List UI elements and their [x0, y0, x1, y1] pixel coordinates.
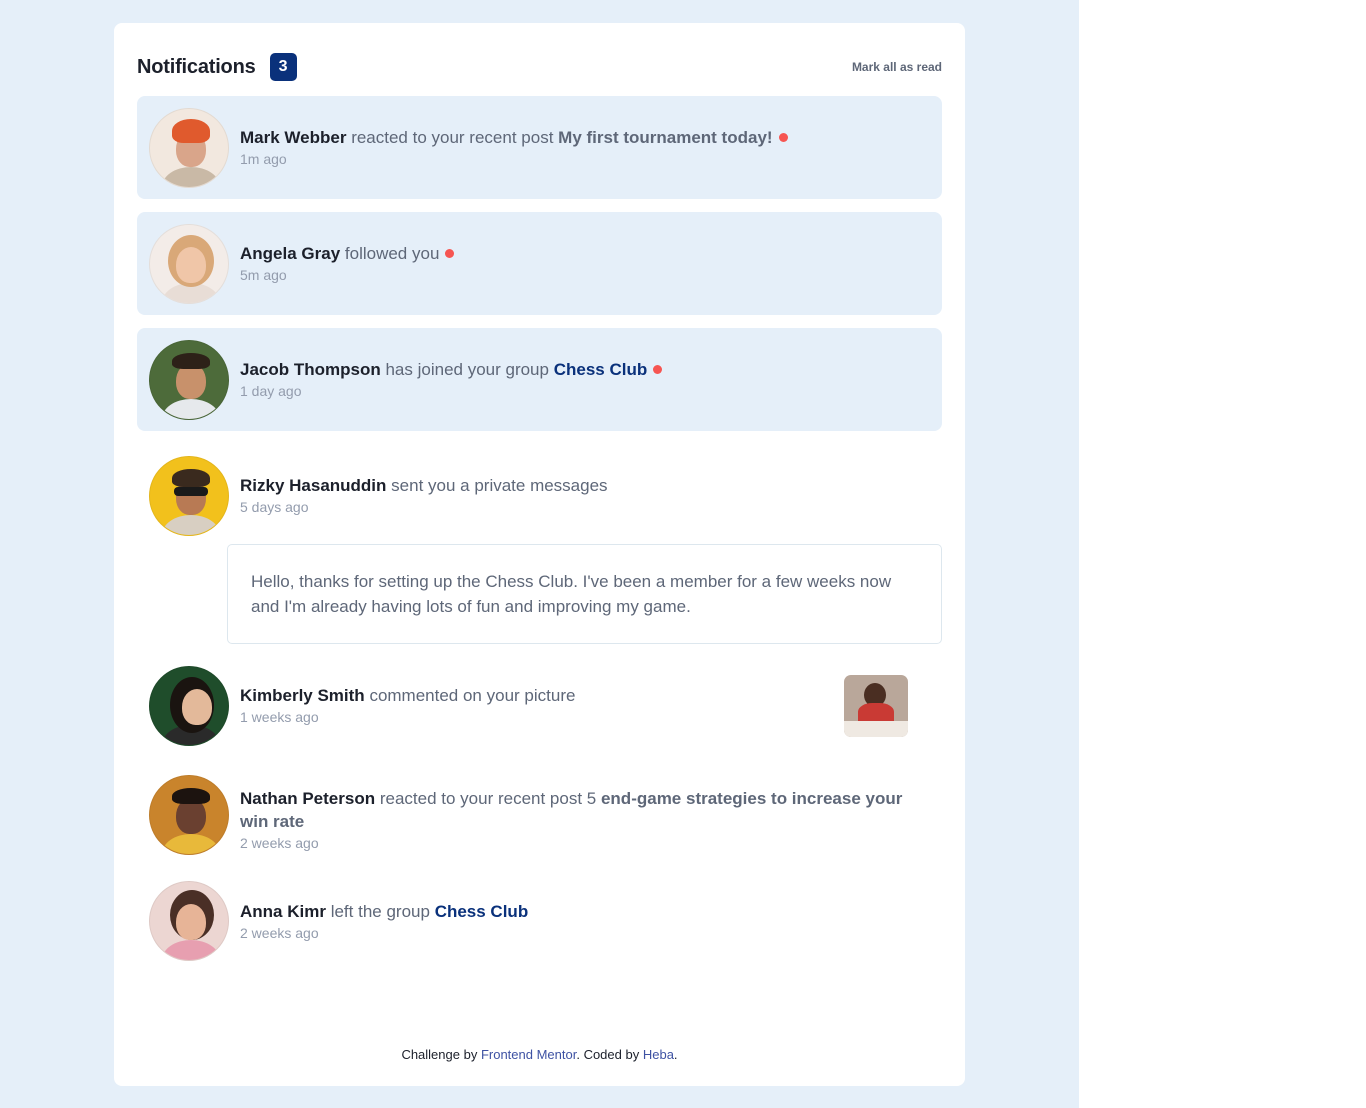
- avatar-angela-gray: [149, 223, 229, 304]
- notification-text: Angela Gray followed you: [240, 242, 455, 265]
- footer-middle: . Coded by: [576, 1047, 640, 1062]
- notification-content: Kimberly Smith commented on your picture…: [240, 684, 575, 727]
- avatar-anna-kimr: [149, 881, 229, 961]
- user-name-link[interactable]: Angela Gray: [240, 244, 340, 263]
- notification-item[interactable]: Nathan Peterson reacted to your recent p…: [137, 759, 942, 869]
- notification-content: Anna Kimr left the group Chess Club 2 we…: [240, 900, 528, 943]
- notification-content: Angela Gray followed you 5m ago: [240, 242, 455, 285]
- notification-action: followed you: [344, 244, 440, 263]
- page-title: Notifications: [137, 55, 256, 78]
- notifications-card: Notifications 3 Mark all as read Mark We…: [114, 23, 965, 1086]
- notification-time: 1 weeks ago: [240, 709, 319, 725]
- notification-text: Anna Kimr left the group Chess Club: [240, 900, 528, 923]
- user-name-link[interactable]: Kimberly Smith: [240, 686, 365, 705]
- group-link[interactable]: Chess Club: [554, 360, 648, 379]
- notification-time: 1 day ago: [240, 383, 302, 399]
- header-title-group: Notifications 3: [137, 53, 297, 81]
- unread-dot-icon: [778, 133, 788, 143]
- notification-item[interactable]: Angela Gray followed you 5m ago: [137, 212, 942, 315]
- frontend-mentor-link[interactable]: Frontend Mentor: [481, 1047, 576, 1062]
- notification-action: has joined your group: [385, 360, 549, 379]
- avatar-kimberly-smith: [149, 665, 229, 746]
- notification-text: Nathan Peterson reacted to your recent p…: [240, 787, 920, 833]
- avatar-mark-webber: [149, 107, 229, 188]
- user-name-link[interactable]: Rizky Hasanuddin: [240, 476, 386, 495]
- attribution-footer: Challenge by Frontend Mentor. Coded by H…: [114, 1047, 965, 1062]
- notification-action: sent you a private messages: [391, 476, 608, 495]
- notification-time: 2 weeks ago: [240, 924, 319, 941]
- group-link[interactable]: Chess Club: [435, 902, 529, 921]
- notification-list: Mark Webber reacted to your recent post …: [137, 96, 942, 984]
- commented-picture-thumbnail[interactable]: [844, 674, 908, 737]
- notification-content: Rizky Hasanuddin sent you a private mess…: [240, 474, 608, 517]
- notification-action: left the group: [330, 901, 430, 921]
- notification-time: 2 weeks ago: [240, 835, 319, 851]
- post-link[interactable]: My first tournament today!: [558, 128, 772, 147]
- notification-time: 1m ago: [240, 151, 287, 167]
- author-link[interactable]: Heba: [643, 1047, 674, 1062]
- user-name-link[interactable]: Nathan Peterson: [240, 789, 375, 808]
- notification-item[interactable]: Anna Kimr left the group Chess Club 2 we…: [137, 871, 942, 971]
- avatar-nathan-peterson: [149, 775, 229, 855]
- unread-dot-icon: [653, 365, 663, 375]
- avatar-rizky-hasanuddin: [149, 455, 229, 536]
- notification-action: commented on your picture: [369, 686, 576, 705]
- notification-item[interactable]: Mark Webber reacted to your recent post …: [137, 96, 942, 199]
- notification-item[interactable]: Rizky Hasanuddin sent you a private mess…: [137, 444, 942, 547]
- user-name-link[interactable]: Jacob Thompson: [240, 360, 381, 379]
- avatar-jacob-thompson: [149, 339, 229, 420]
- notification-text: Jacob Thompson has joined your group Che…: [240, 358, 663, 381]
- unread-dot-icon: [445, 249, 455, 259]
- notification-time: 5m ago: [240, 267, 287, 283]
- notification-item[interactable]: Kimberly Smith commented on your picture…: [137, 654, 942, 757]
- notification-text: Kimberly Smith commented on your picture: [240, 684, 575, 707]
- notification-text: Mark Webber reacted to your recent post …: [240, 126, 788, 149]
- footer-suffix: .: [673, 1047, 678, 1062]
- footer-prefix: Challenge by: [401, 1047, 478, 1062]
- private-message-preview[interactable]: Hello, thanks for setting up the Chess C…: [227, 544, 942, 644]
- notification-content: Nathan Peterson reacted to your recent p…: [240, 775, 920, 853]
- notification-text: Rizky Hasanuddin sent you a private mess…: [240, 474, 608, 497]
- notification-content: Mark Webber reacted to your recent post …: [240, 126, 788, 169]
- user-name-link[interactable]: Anna Kimr: [240, 902, 326, 921]
- notification-action: reacted to your recent post 5: [379, 789, 597, 808]
- notifications-header: Notifications 3 Mark all as read: [137, 52, 942, 82]
- user-name-link[interactable]: Mark Webber: [240, 128, 346, 147]
- mark-all-read-button[interactable]: Mark all as read: [852, 60, 942, 74]
- unread-count-badge: 3: [269, 53, 297, 81]
- notification-action: reacted to your recent post: [351, 128, 554, 147]
- notification-content: Jacob Thompson has joined your group Che…: [240, 358, 663, 401]
- notification-time: 5 days ago: [240, 499, 309, 515]
- notification-item[interactable]: Jacob Thompson has joined your group Che…: [137, 328, 942, 431]
